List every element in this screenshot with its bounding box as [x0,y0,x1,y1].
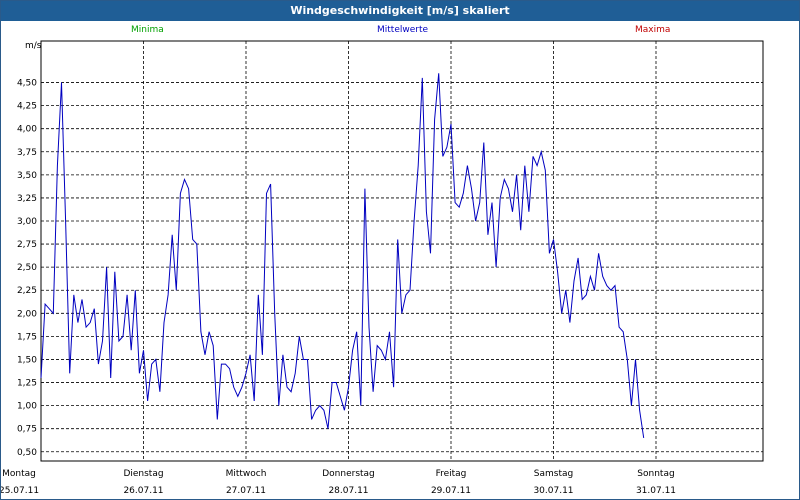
y-axis-unit: m/s [25,41,42,51]
x-tick-date: 29.07.11 [431,486,471,496]
x-tick-layer: Montag 25.07.11 Dienstag 26.07.11 Mittwoch 27… [1,469,676,496]
y-tick-label: 3,00 [17,217,37,227]
x-tick-date: 28.07.11 [328,486,368,496]
y-tick-label: 2,25 [17,286,37,296]
y-tick-label: 1,25 [17,379,37,389]
x-tick-date: 27.07.11 [226,486,266,496]
x-tick-day: Samstag [534,469,573,479]
y-tick-label: 3,25 [17,194,37,204]
y-tick-label: 4,25 [17,102,37,112]
plot-frame [40,40,764,462]
x-tick-date: 31.07.11 [636,486,676,496]
x-tick-day: Mittwoch [226,469,267,479]
y-tick-label: 1,50 [17,355,37,365]
wind-speed-chart: m/s 0,50 0,75 1,00 1,25 1,50 1,75 2,00 2,25 2,50… [1,40,764,496]
y-tick-label: 4,00 [17,125,37,135]
x-tick-day: Dienstag [123,469,163,479]
y-tick-label: 2,50 [17,263,37,273]
y-tick-label: 0,75 [17,425,37,435]
y-tick-label: 0,50 [17,448,37,458]
y-tick-label: 3,50 [17,171,37,181]
y-tick-label: 1,75 [17,332,37,342]
grid-layer [41,41,763,461]
x-tick-date: 26.07.11 [123,486,163,496]
y-tick-label: 2,75 [17,240,37,250]
x-tick-day: Freitag [436,469,467,479]
x-tick-date: 30.07.11 [533,486,573,496]
y-tick-layer: 0,50 0,75 1,00 1,25 1,50 1,75 2,00 2,25 2,50 2,75… [17,79,37,458]
y-tick-label: 2,00 [17,309,37,319]
y-tick-label: 3,75 [17,148,37,158]
window-title: Windgeschwindigkeit [m/s] skaliert [1,1,799,21]
x-tick-date: 25.07.11 [1,486,39,496]
x-tick-day: Donnerstag [322,469,375,479]
y-tick-label: 1,00 [17,402,37,412]
x-tick-day: Montag [2,469,36,479]
x-tick-day: Sonntag [637,469,674,479]
y-tick-label: 4,50 [17,79,37,89]
chart-window: Windgeschwindigkeit [m/s] skaliert Minim… [0,0,800,500]
